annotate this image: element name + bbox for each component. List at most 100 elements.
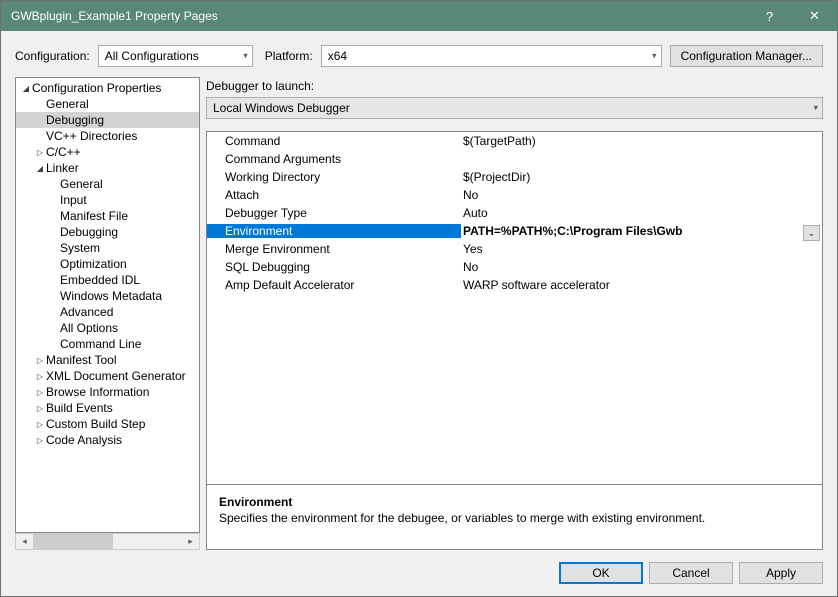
property-key: Attach — [207, 188, 461, 202]
property-value[interactable]: $(TargetPath) — [461, 134, 822, 148]
property-value[interactable]: $(ProjectDir) — [461, 170, 822, 184]
description-text: Specifies the environment for the debuge… — [219, 511, 810, 525]
tree-item-label: Advanced — [60, 305, 113, 319]
description-title: Environment — [219, 495, 810, 509]
help-button[interactable]: ? — [747, 1, 792, 31]
tree-item-label: Debugging — [60, 225, 118, 239]
expander-icon[interactable]: ▷ — [34, 148, 46, 157]
titlebar: GWBplugin_Example1 Property Pages ? ✕ — [1, 1, 837, 31]
property-row[interactable]: Merge EnvironmentYes — [207, 240, 822, 258]
tree-item-label: Configuration Properties — [32, 81, 161, 95]
scroll-track[interactable] — [33, 534, 182, 549]
expander-icon[interactable]: ◢ — [20, 84, 32, 93]
configuration-combo[interactable]: All Configurations ▾ — [98, 45, 253, 67]
tree-item[interactable]: ▷Manifest Tool — [16, 352, 199, 368]
property-row[interactable]: Command$(TargetPath) — [207, 132, 822, 150]
tree-item-linker-child[interactable]: Debugging — [16, 224, 199, 240]
expander-icon[interactable]: ▷ — [34, 404, 46, 413]
property-value[interactable]: No — [461, 260, 822, 274]
configuration-value: All Configurations — [105, 49, 199, 63]
expander-icon[interactable]: ◢ — [34, 164, 46, 173]
platform-combo[interactable]: x64 ▾ — [321, 45, 662, 67]
tree-item[interactable]: ▷Build Events — [16, 400, 199, 416]
expander-icon[interactable]: ▷ — [34, 388, 46, 397]
property-value[interactable]: Yes — [461, 242, 822, 256]
property-row[interactable]: Amp Default AcceleratorWARP software acc… — [207, 276, 822, 294]
property-value[interactable]: Auto — [461, 206, 822, 220]
platform-label: Platform: — [265, 49, 313, 63]
property-value[interactable]: WARP software accelerator — [461, 278, 822, 292]
property-grid[interactable]: Command$(TargetPath)Command ArgumentsWor… — [207, 132, 822, 484]
ok-button[interactable]: OK — [559, 562, 643, 584]
scroll-right-icon[interactable]: ▸ — [182, 536, 199, 547]
dropdown-icon[interactable]: ⌄ — [803, 225, 820, 241]
apply-button[interactable]: Apply — [739, 562, 823, 584]
tree-item-label: Command Line — [60, 337, 141, 351]
tree-item-label: Build Events — [46, 401, 113, 415]
property-key: Command — [207, 134, 461, 148]
tree-item-label: Debugging — [46, 113, 104, 127]
property-key: Working Directory — [207, 170, 461, 184]
property-row[interactable]: Debugger TypeAuto — [207, 204, 822, 222]
tree-item-label: Windows Metadata — [60, 289, 162, 303]
debugger-launch-combo[interactable]: Local Windows Debugger ▾ — [206, 97, 823, 119]
tree-item-label: C/C++ — [46, 145, 81, 159]
expander-icon[interactable]: ▷ — [34, 372, 46, 381]
tree-item[interactable]: ▷Browse Information — [16, 384, 199, 400]
property-key: Environment — [207, 224, 461, 238]
tree-item-debugging[interactable]: Debugging — [16, 112, 199, 128]
tree-item-label: General — [60, 177, 103, 191]
expander-icon[interactable]: ▷ — [34, 356, 46, 365]
tree-item-linker-child[interactable]: All Options — [16, 320, 199, 336]
scroll-left-icon[interactable]: ◂ — [16, 536, 33, 547]
tree-item-label: General — [46, 97, 89, 111]
tree-item-ccpp[interactable]: ▷C/C++ — [16, 144, 199, 160]
property-row[interactable]: AttachNo — [207, 186, 822, 204]
dialog-footer: OK Cancel Apply — [1, 550, 837, 596]
property-row[interactable]: Working Directory$(ProjectDir) — [207, 168, 822, 186]
cancel-button[interactable]: Cancel — [649, 562, 733, 584]
config-bar: Configuration: All Configurations ▾ Plat… — [1, 31, 837, 73]
tree-item-linker-child[interactable]: Embedded IDL — [16, 272, 199, 288]
tree-item-linker-child[interactable]: Advanced — [16, 304, 199, 320]
tree-item-linker-child[interactable]: Windows Metadata — [16, 288, 199, 304]
tree-item-linker-child[interactable]: General — [16, 176, 199, 192]
configuration-manager-button[interactable]: Configuration Manager... — [670, 45, 823, 67]
tree-item-general[interactable]: General — [16, 96, 199, 112]
tree-item-linker-child[interactable]: Optimization — [16, 256, 199, 272]
tree-item-label: Embedded IDL — [60, 273, 140, 287]
tree-item-vcdirs[interactable]: VC++ Directories — [16, 128, 199, 144]
tree-item-linker-child[interactable]: Input — [16, 192, 199, 208]
tree-item-label: Optimization — [60, 257, 127, 271]
tree-item-linker[interactable]: ◢Linker — [16, 160, 199, 176]
tree-item-label: Browse Information — [46, 385, 149, 399]
tree-item-label: All Options — [60, 321, 118, 335]
tree-item[interactable]: ▷XML Document Generator — [16, 368, 199, 384]
close-button[interactable]: ✕ — [792, 1, 837, 31]
expander-icon[interactable]: ▷ — [34, 420, 46, 429]
property-row[interactable]: EnvironmentPATH=%PATH%;C:\Program Files\… — [207, 222, 822, 240]
config-tree[interactable]: ◢Configuration PropertiesGeneralDebuggin… — [15, 77, 200, 533]
tree-root[interactable]: ◢Configuration Properties — [16, 80, 199, 96]
tree-item-linker-child[interactable]: System — [16, 240, 199, 256]
tree-item-label: Manifest Tool — [46, 353, 116, 367]
property-value[interactable]: PATH=%PATH%;C:\Program Files\Gwb⌄ — [461, 224, 822, 238]
tree-item-label: Code Analysis — [46, 433, 122, 447]
tree-item[interactable]: ▷Code Analysis — [16, 432, 199, 448]
chevron-down-icon: ▾ — [243, 51, 248, 62]
property-row[interactable]: Command Arguments — [207, 150, 822, 168]
tree-item-label: Input — [60, 193, 87, 207]
property-value[interactable]: No — [461, 188, 822, 202]
platform-value: x64 — [328, 49, 347, 63]
expander-icon[interactable]: ▷ — [34, 436, 46, 445]
description-pane: Environment Specifies the environment fo… — [207, 484, 822, 549]
tree-item-linker-child[interactable]: Manifest File — [16, 208, 199, 224]
tree-item-linker-child[interactable]: Command Line — [16, 336, 199, 352]
scroll-thumb[interactable] — [33, 534, 113, 549]
tree-item[interactable]: ▷Custom Build Step — [16, 416, 199, 432]
tree-item-label: XML Document Generator — [46, 369, 186, 383]
property-key: SQL Debugging — [207, 260, 461, 274]
tree-item-label: Linker — [46, 161, 79, 175]
tree-scrollbar[interactable]: ◂ ▸ — [15, 533, 200, 550]
property-row[interactable]: SQL DebuggingNo — [207, 258, 822, 276]
